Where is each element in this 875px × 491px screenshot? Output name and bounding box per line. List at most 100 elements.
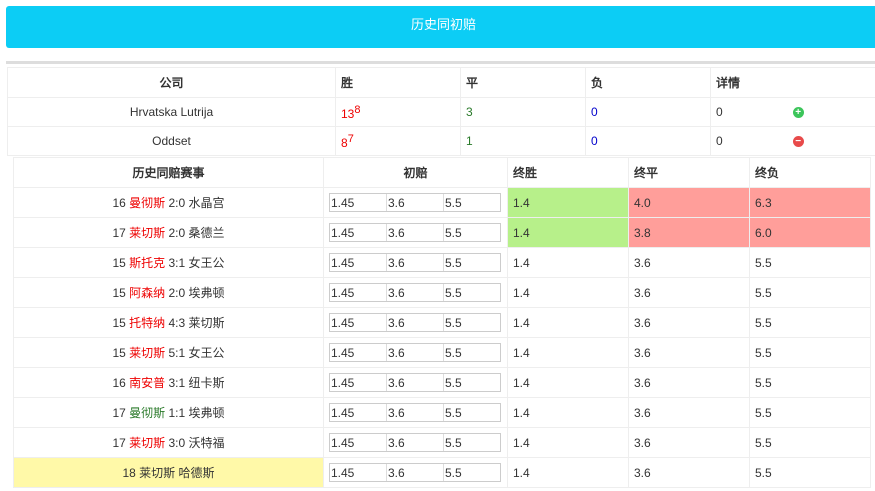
away-team[interactable]: 女王公 [189, 346, 225, 360]
initial-odds-cell: 1.45 3.6 5.5 [323, 367, 508, 398]
initial-loss-input[interactable]: 5.5 [444, 374, 500, 391]
season: 15 [112, 256, 126, 270]
final-loss: 5.5 [749, 397, 871, 428]
away-team[interactable]: 莱切斯 [189, 316, 225, 330]
initial-win-input[interactable]: 1.45 [330, 194, 387, 211]
final-draw: 3.8 [628, 217, 750, 248]
initial-loss-input[interactable]: 5.5 [444, 194, 500, 211]
initial-win-input[interactable]: 1.45 [330, 254, 387, 271]
initial-loss-input[interactable]: 5.5 [444, 434, 500, 451]
initial-draw-input[interactable]: 3.6 [387, 224, 444, 241]
match-cell: 18 莱切斯 哈德斯 [13, 457, 324, 488]
initial-win-input[interactable]: 1.45 [330, 314, 387, 331]
initial-win-input[interactable]: 1.45 [330, 344, 387, 361]
home-team[interactable]: 南安普 [129, 376, 165, 390]
home-team[interactable]: 斯托克 [129, 256, 165, 270]
page-title-bar: 历史同初赔 [6, 6, 875, 48]
season: 15 [112, 346, 126, 360]
initial-draw-input[interactable]: 3.6 [387, 254, 444, 271]
final-win: 1.4 [507, 337, 629, 368]
initial-win-input[interactable]: 1.45 [330, 464, 387, 481]
final-loss: 5.5 [749, 427, 871, 458]
final-loss: 5.5 [749, 307, 871, 338]
history-row: 15 托特纳 4:3 莱切斯 1.45 3.6 5.5 1.4 3.6 5.5 [13, 307, 871, 338]
away-team[interactable]: 桑德兰 [189, 226, 225, 240]
match-cell: 15 托特纳 4:3 莱切斯 [13, 307, 324, 338]
plus-circle-icon[interactable]: + [792, 107, 804, 119]
detail-value: 0 [716, 134, 723, 148]
loss-count: 0 [585, 97, 711, 127]
initial-loss-input[interactable]: 5.5 [444, 314, 500, 331]
match-cell: 17 莱切斯 3:0 沃特福 [13, 427, 324, 458]
score: 2:0 [168, 196, 186, 210]
final-draw: 3.6 [628, 397, 750, 428]
history-row: 17 曼彻斯 1:1 埃弗顿 1.45 3.6 5.5 1.4 3.6 5.5 [13, 397, 871, 428]
away-team[interactable]: 女王公 [189, 256, 225, 270]
initial-draw-input[interactable]: 3.6 [387, 374, 444, 391]
initial-win-input[interactable]: 1.45 [330, 374, 387, 391]
history-row: 17 莱切斯 2:0 桑德兰 1.45 3.6 5.5 1.4 3.8 6.0 [13, 217, 871, 248]
home-team[interactable]: 莱切斯 [129, 346, 165, 360]
history-row: 16 南安普 3:1 纽卡斯 1.45 3.6 5.5 1.4 3.6 5.5 [13, 367, 871, 398]
final-draw: 3.6 [628, 277, 750, 308]
detail-cell: 0− [710, 126, 875, 156]
final-loss: 5.5 [749, 247, 871, 278]
initial-draw-input[interactable]: 3.6 [387, 404, 444, 421]
divider [6, 61, 875, 64]
draw-count: 3 [460, 97, 586, 127]
initial-win-input[interactable]: 1.45 [330, 434, 387, 451]
initial-draw-input[interactable]: 3.6 [387, 314, 444, 331]
home-team[interactable]: 莱切斯 [139, 466, 175, 480]
win-superscript: 8 [354, 103, 361, 116]
final-draw: 3.6 [628, 457, 750, 488]
initial-odds-cell: 1.45 3.6 5.5 [323, 187, 508, 218]
initial-draw-input[interactable]: 3.6 [387, 464, 444, 481]
minus-circle-icon[interactable]: − [792, 136, 804, 148]
initial-loss-input[interactable]: 5.5 [444, 404, 500, 421]
final-win: 1.4 [507, 397, 629, 428]
initial-loss-input[interactable]: 5.5 [444, 284, 500, 301]
initial-win-input[interactable]: 1.45 [330, 224, 387, 241]
initial-win-input[interactable]: 1.45 [330, 404, 387, 421]
initial-odds-inputs: 1.45 3.6 5.5 [329, 283, 501, 302]
season: 15 [112, 316, 126, 330]
final-draw: 4.0 [628, 187, 750, 218]
home-team[interactable]: 曼彻斯 [129, 406, 165, 420]
home-team[interactable]: 阿森纳 [129, 286, 165, 300]
history-header-row: 历史同赔赛事 初赔 终胜 终平 终负 [13, 157, 871, 188]
initial-loss-input[interactable]: 5.5 [444, 344, 500, 361]
away-team[interactable]: 沃特福 [189, 436, 225, 450]
win-count: 138 [335, 97, 461, 127]
final-draw: 3.6 [628, 367, 750, 398]
initial-draw-input[interactable]: 3.6 [387, 194, 444, 211]
away-team[interactable]: 哈德斯 [179, 466, 215, 480]
header-draw: 平 [460, 67, 586, 98]
page-title: 历史同初赔 [410, 17, 476, 32]
initial-odds-cell: 1.45 3.6 5.5 [323, 247, 508, 278]
score: 2:0 [168, 226, 186, 240]
history-row: 15 阿森纳 2:0 埃弗顿 1.45 3.6 5.5 1.4 3.6 5.5 [13, 277, 871, 308]
initial-odds-inputs: 1.45 3.6 5.5 [329, 253, 501, 272]
home-team[interactable]: 莱切斯 [129, 226, 165, 240]
away-team[interactable]: 纽卡斯 [189, 376, 225, 390]
initial-loss-input[interactable]: 5.5 [444, 464, 500, 481]
initial-loss-input[interactable]: 5.5 [444, 254, 500, 271]
initial-draw-input[interactable]: 3.6 [387, 344, 444, 361]
score: 3:1 [168, 376, 186, 390]
match-cell: 17 莱切斯 2:0 桑德兰 [13, 217, 324, 248]
away-team[interactable]: 水晶宫 [189, 196, 225, 210]
home-team[interactable]: 曼彻斯 [129, 196, 165, 210]
final-win: 1.4 [507, 457, 629, 488]
match-cell: 15 斯托克 3:1 女王公 [13, 247, 324, 278]
initial-draw-input[interactable]: 3.6 [387, 434, 444, 451]
header-detail: 详情 [710, 67, 875, 98]
home-team[interactable]: 托特纳 [129, 316, 165, 330]
initial-odds-cell: 1.45 3.6 5.5 [323, 217, 508, 248]
away-team[interactable]: 埃弗顿 [189, 406, 225, 420]
initial-win-input[interactable]: 1.45 [330, 284, 387, 301]
initial-loss-input[interactable]: 5.5 [444, 224, 500, 241]
away-team[interactable]: 埃弗顿 [189, 286, 225, 300]
home-team[interactable]: 莱切斯 [129, 436, 165, 450]
initial-draw-input[interactable]: 3.6 [387, 284, 444, 301]
company-table: 公司 胜 平 负 详情 Hrvatska Lutrija 138 3 0 0 + … [7, 67, 875, 156]
